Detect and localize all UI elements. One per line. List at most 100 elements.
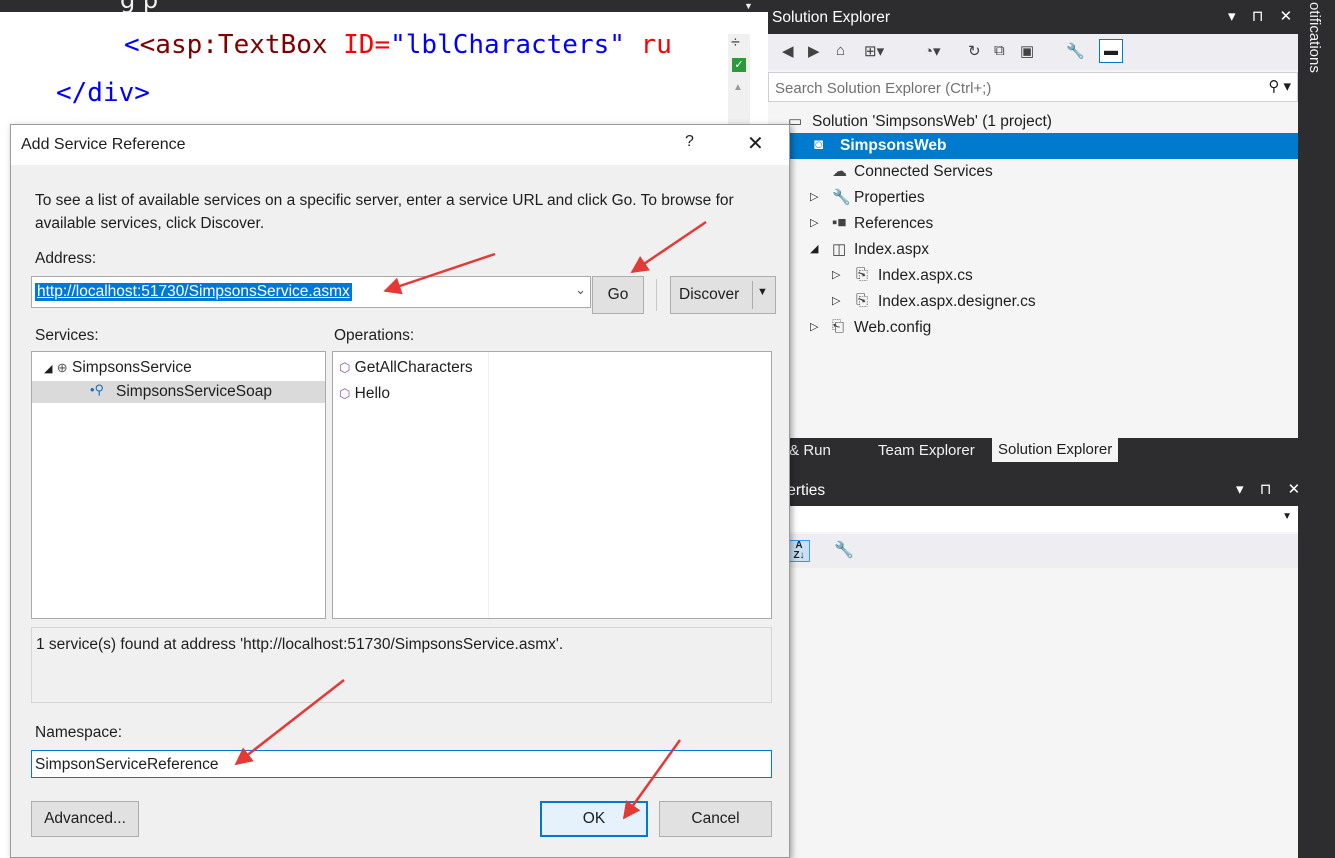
back-icon[interactable]: ◀ [782, 42, 794, 60]
discover-dropdown-icon[interactable]: ▼ [757, 286, 768, 298]
no-issues-icon: ✓ [732, 58, 746, 72]
solution-icon: ▭ [788, 113, 803, 130]
chevron-down-icon[interactable]: ⌄ [575, 282, 586, 298]
expand-arrow-icon[interactable]: ▷ [810, 320, 818, 333]
method-cube-icon: ⬡ [339, 386, 351, 401]
cancel-button[interactable]: Cancel [659, 801, 772, 837]
home-icon[interactable]: ⌂ [836, 42, 845, 59]
properties-grid [768, 568, 1298, 858]
expand-arrow-icon[interactable]: ▷ [832, 294, 840, 307]
tree-item-properties[interactable]: ▷ 🔧 Properties [768, 185, 1298, 211]
collapse-arrow-icon[interactable]: ◢ [810, 242, 818, 255]
discover-label: Discover [679, 286, 740, 303]
notifications-strip[interactable]: otifications [1298, 0, 1335, 858]
solution-explorer-title: Solution Explorer [772, 9, 891, 26]
tree-item-connected-services[interactable]: ☁ Connected Services [768, 159, 1298, 185]
expand-arrow-icon[interactable]: ▷ [810, 216, 818, 229]
solution-explorer-toolbar: ◀ ▶ ⌂ ⊞▾ ◔▾ ↻ ⧉ ▣ 🔧 ▬ [768, 34, 1298, 70]
endpoint-icon: •⚲ [90, 382, 105, 397]
advanced-button[interactable]: Advanced... [31, 801, 139, 837]
solution-explorer-titlebar: Solution Explorer ▾ ⊓ ✕ [768, 0, 1298, 34]
dialog-title: Add Service Reference [21, 136, 186, 153]
references-icon: ▪■ [832, 214, 847, 231]
code-tag: <asp:TextBox [139, 30, 328, 60]
operation-item[interactable]: ⬡ Hello [339, 385, 390, 403]
properties-wrench-icon[interactable]: 🔧 [1066, 42, 1085, 60]
close-button[interactable]: ✕ [747, 131, 764, 156]
dropdown-arrow-icon[interactable]: ▼ [1282, 511, 1292, 522]
service-globe-icon: ⊕ [56, 360, 68, 375]
wrench-icon: 🔧 [832, 189, 851, 206]
tab-solution-explorer[interactable]: Solution Explorer [992, 438, 1119, 462]
cs-file-icon: ⎘ [856, 292, 869, 309]
cs-file-icon: ⎘ [856, 266, 869, 283]
tree-item-index-aspx-cs[interactable]: ▷ ⎘ Index.aspx.cs [768, 263, 1298, 289]
code-attr: ID= [343, 30, 391, 60]
solution-tree: ▭ Solution 'SimpsonsWeb' (1 project) ◙ S… [768, 103, 1298, 440]
expand-arrow-icon[interactable]: ▷ [810, 190, 818, 203]
tree-item-index-aspx[interactable]: ◢ ◫ Index.aspx [768, 237, 1298, 263]
aspx-file-icon: ◫ [832, 241, 847, 258]
operations-label: Operations: [334, 327, 415, 344]
editor-top-strip: g p ▼ [0, 0, 768, 14]
collapse-arrow-icon[interactable]: ◢ [44, 362, 52, 375]
dialog-titlebar: Add Service Reference ? ✕ [11, 125, 789, 165]
split-view-icon[interactable]: ÷ [731, 34, 740, 52]
status-text: 1 service(s) found at address 'http://lo… [36, 636, 564, 653]
services-tree[interactable]: ◢ ⊕ SimpsonsService •⚲ SimpsonsServiceSo… [31, 351, 326, 619]
ok-button[interactable]: OK [540, 801, 648, 837]
property-pages-wrench-icon[interactable]: 🔧 [834, 540, 854, 560]
pane-window-controls[interactable]: ▾ ⊓ ✕ [1228, 7, 1298, 25]
service-endpoint-node[interactable]: •⚲ SimpsonsServiceSoap [32, 381, 325, 403]
pane-divider[interactable] [768, 464, 1298, 474]
code-attr-value: "lblCharacters" [390, 30, 625, 60]
config-file-icon: ⎗ [832, 318, 845, 335]
address-input[interactable]: http://localhost:51730/SimpsonsService.a… [31, 276, 591, 308]
operations-list[interactable]: ⬡ GetAllCharacters ⬡ Hello [332, 351, 772, 619]
forward-icon[interactable]: ▶ [808, 42, 820, 60]
tree-item-project[interactable]: ◙ SimpsonsWeb [768, 133, 1298, 159]
switch-views-icon[interactable]: ⊞▾ [864, 42, 884, 60]
scroll-up-icon[interactable]: ▲ [733, 82, 743, 93]
notifications-label[interactable]: otifications [1306, 2, 1323, 73]
pending-changes-filter-icon[interactable]: ◔▾ [924, 42, 941, 60]
tab-team-explorer[interactable]: Team Explorer [878, 442, 975, 459]
tree-item-index-designer-cs[interactable]: ▷ ⎘ Index.aspx.designer.cs [768, 289, 1298, 315]
sync-refresh-icon[interactable]: ↻ [968, 42, 981, 60]
expand-arrow-icon[interactable]: ▷ [832, 268, 840, 281]
search-icon[interactable]: ⚲ ▾ [1268, 77, 1291, 95]
service-node[interactable]: ◢ ⊕ SimpsonsService [44, 359, 192, 377]
code-line-close-div: </div> [56, 78, 150, 108]
go-button[interactable]: Go [592, 276, 644, 314]
dialog-instructions: To see a list of available services on a… [35, 192, 734, 232]
column-divider [488, 352, 489, 618]
collapse-all-icon[interactable]: ⧉ [994, 42, 1005, 59]
dropdown-arrow-icon[interactable]: ▼ [744, 1, 753, 11]
code-line-textbox: <<asp:TextBox ID="lblCharacters" ru [124, 30, 672, 60]
preview-selected-icon[interactable]: ▬ [1099, 39, 1123, 63]
properties-titlebar: operties ▾ ⊓ ✕ [768, 474, 1300, 506]
show-all-files-icon[interactable]: ▣ [1020, 42, 1034, 60]
method-cube-icon: ⬡ [339, 360, 351, 375]
alphabetical-sort-icon[interactable]: A Z↓ [788, 540, 810, 562]
namespace-value: SimpsonServiceReference [35, 756, 219, 773]
help-button[interactable]: ? [685, 133, 694, 151]
address-label: Address: [35, 250, 97, 267]
tree-item-references[interactable]: ▷ ▪■ References [768, 211, 1298, 237]
operation-item[interactable]: ⬡ GetAllCharacters [339, 359, 473, 377]
solution-explorer-search-input[interactable]: Search Solution Explorer (Ctrl+;) ⚲ ▾ [768, 72, 1298, 102]
toolbar-separator [656, 279, 657, 311]
properties-object-select[interactable]: ▼ [768, 506, 1298, 532]
namespace-input[interactable]: SimpsonServiceReference [31, 750, 772, 778]
address-value: http://localhost:51730/SimpsonsService.a… [35, 283, 352, 301]
pane-window-controls[interactable]: ▾ ⊓ ✕ [1236, 480, 1306, 498]
tool-window-tabs: ild & Run Team Explorer Solution Explore… [768, 438, 1298, 464]
solution-explorer-pane: Solution Explorer ▾ ⊓ ✕ ◀ ▶ ⌂ ⊞▾ ◔▾ ↻ ⧉ … [768, 0, 1298, 440]
editor-scrollbar[interactable]: ÷ ✓ ▲ [728, 34, 750, 124]
search-placeholder: Search Solution Explorer (Ctrl+;) [775, 80, 992, 97]
discover-button[interactable]: Discover ▼ [670, 276, 776, 314]
services-label: Services: [35, 327, 99, 344]
tree-item-web-config[interactable]: ▷ ⎗ Web.config [768, 315, 1298, 341]
status-area: 1 service(s) found at address 'http://lo… [31, 627, 772, 703]
tree-item-solution[interactable]: ▭ Solution 'SimpsonsWeb' (1 project) [768, 109, 1298, 135]
